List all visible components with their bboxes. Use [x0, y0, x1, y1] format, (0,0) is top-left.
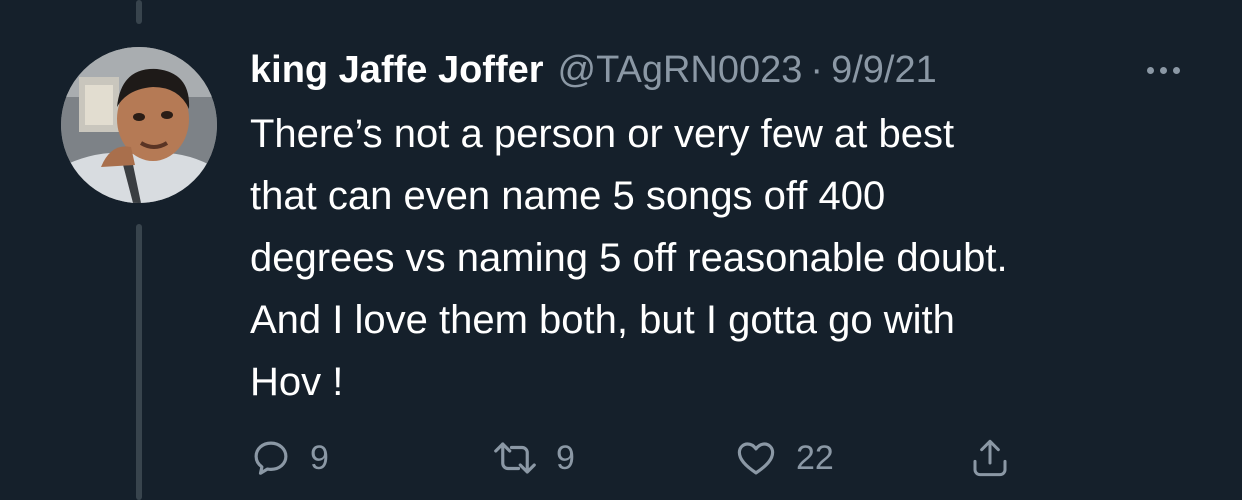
- avatar-image: [61, 47, 217, 203]
- tweet-date[interactable]: 9/9/21: [831, 40, 937, 100]
- tweet-header: king Jaffe Joffer @TAgRN0023 · 9/9/21: [250, 40, 1210, 100]
- header-separator: ·: [810, 49, 824, 91]
- reply-icon: [254, 441, 288, 475]
- thread-line-bottom: [136, 224, 142, 500]
- thread-line-top: [136, 0, 142, 24]
- more-icon[interactable]: [1147, 40, 1180, 100]
- tweet-actions: 9 9 22: [250, 430, 1050, 486]
- share-icon: [973, 439, 1007, 477]
- like-button[interactable]: 22: [734, 430, 834, 486]
- like-count: 22: [796, 438, 834, 477]
- retweet-icon: [494, 442, 536, 474]
- retweet-count: 9: [556, 438, 575, 477]
- author-handle[interactable]: @TAgRN0023: [558, 40, 803, 100]
- reply-count: 9: [310, 438, 329, 477]
- share-button[interactable]: [970, 430, 1010, 486]
- reply-button[interactable]: 9: [250, 430, 329, 486]
- author-name[interactable]: king Jaffe Joffer: [250, 40, 544, 100]
- heart-icon: [737, 442, 775, 475]
- tweet-text: There’s not a person or very few at best…: [250, 112, 1008, 404]
- tweet[interactable]: king Jaffe Joffer @TAgRN0023 · 9/9/21 Th…: [250, 40, 1210, 413]
- avatar[interactable]: [61, 47, 217, 203]
- retweet-button[interactable]: 9: [492, 430, 575, 486]
